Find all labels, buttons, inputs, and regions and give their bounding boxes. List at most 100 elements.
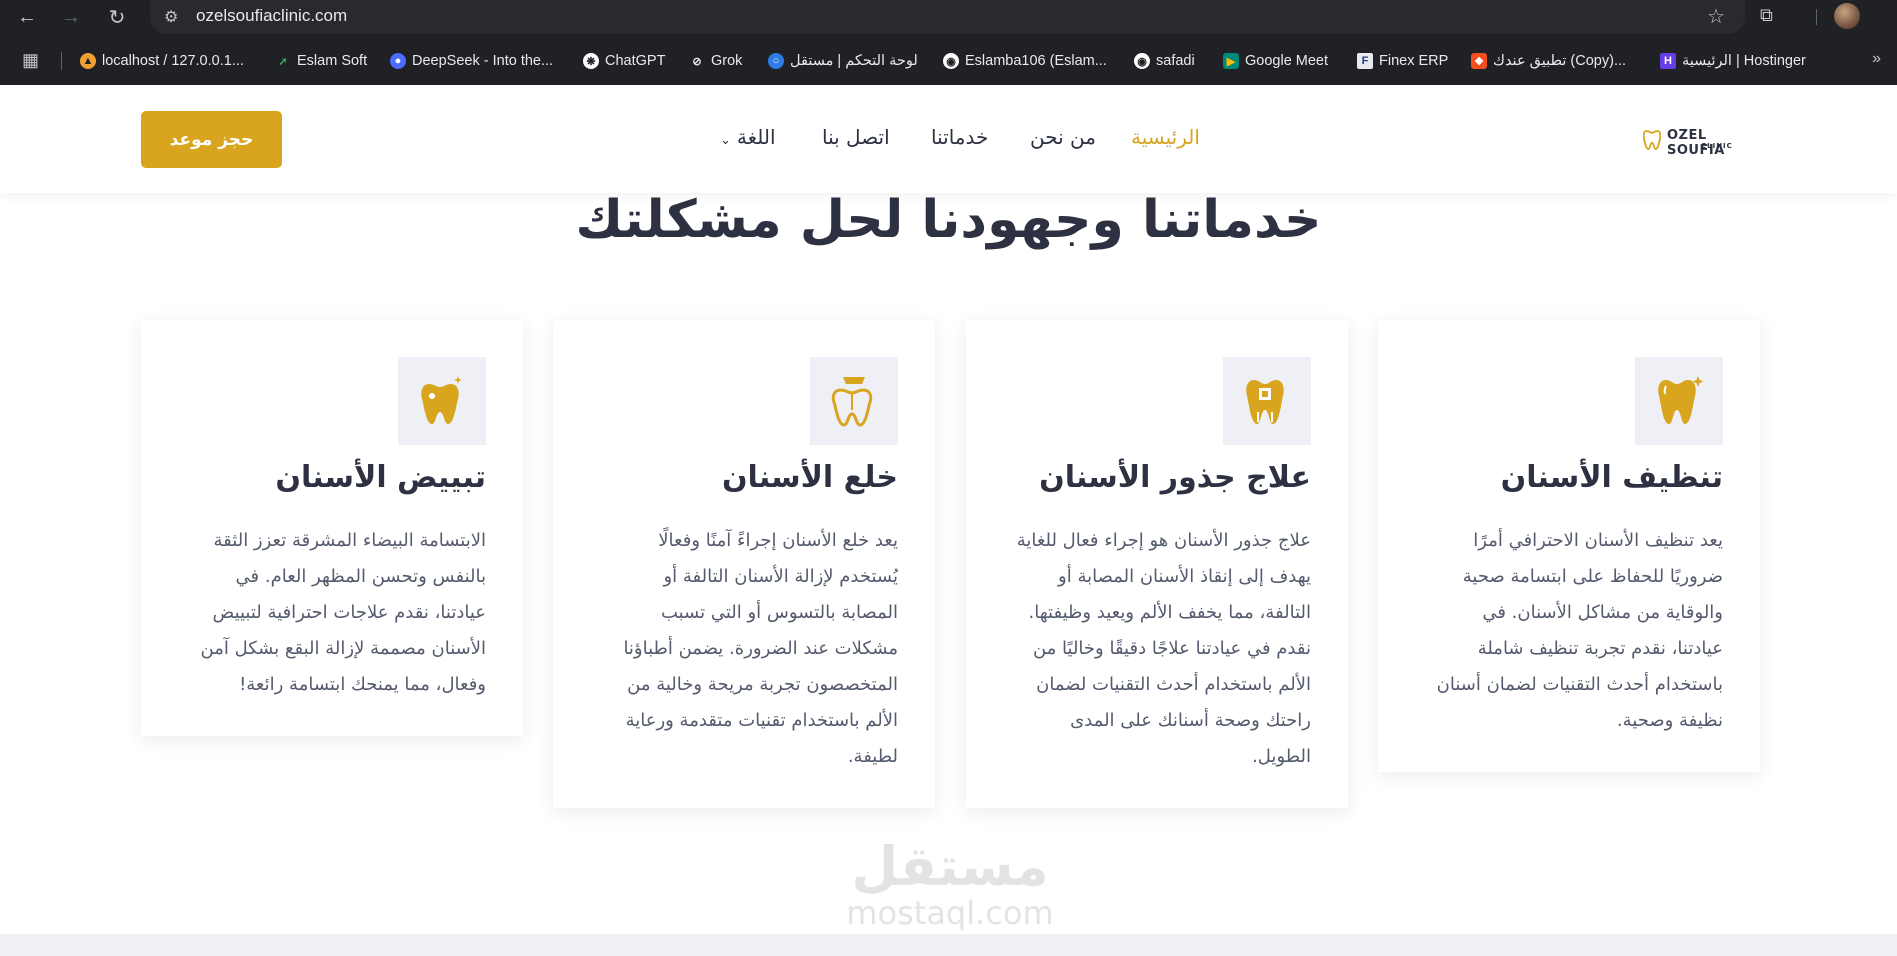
tooth-graphic: [421, 376, 462, 424]
browser-chrome: ← → ↻ ⚙ ozelsoufiaclinic.com ☆ ⧉ ▦ ▲ loc…: [0, 0, 1897, 85]
bookmark-item[interactable]: ● DeepSeek - Into the...: [390, 50, 553, 72]
bookmark-item[interactable]: ◉ safadi: [1134, 50, 1195, 72]
bookmarks-bar: ▦ ▲ localhost / 127.0.0.1... ➚ Eslam Sof…: [0, 46, 1897, 74]
card-description: يعد تنظيف الأسنان الاحترافي أمرًا ضروريً…: [1405, 523, 1723, 739]
card-title: تبييض الأسنان: [275, 460, 486, 495]
bookmark-label: تطبيق عندك (Copy)...: [1493, 53, 1627, 69]
bookmark-item[interactable]: ○ لوحة التحكم | مستقل: [768, 50, 918, 72]
github-icon: ◉: [1134, 53, 1150, 69]
card-text-line: الألم باستخدام تقنيات متقدمة ورعاية: [625, 710, 898, 731]
reload-icon[interactable]: ↻: [102, 2, 132, 32]
tooth-graphic: [1658, 376, 1704, 424]
bookmark-item[interactable]: ❖ تطبيق عندك (Copy)...: [1471, 50, 1626, 72]
logo-subname: CLINIC: [1701, 142, 1733, 150]
more-bookmarks-icon[interactable]: »: [1872, 50, 1881, 68]
deepseek-icon: ●: [390, 53, 406, 69]
bookmark-label: Grok: [711, 53, 743, 69]
tooth-graphic: [1246, 380, 1284, 424]
extraction-tooth-icon: [810, 357, 898, 445]
watermark: مستقل mostaql.com: [830, 838, 1070, 933]
bookmark-item[interactable]: ➚ Eslam Soft: [275, 50, 367, 72]
bookmark-label: Eslamba106 (Eslam...: [965, 53, 1107, 69]
clinic-logo[interactable]: OZEL SOUFIA CLINIC: [1643, 127, 1755, 158]
card-text-line: نقدم في عيادتنا علاجًا دقيقًا وخاليًا من: [1032, 638, 1311, 659]
card-text-line: الألم باستخدام أحدث التقنيات لضمان: [1036, 674, 1311, 695]
card-text-line: يهدف إلى إنقاذ الأسنان المصابة أو: [1058, 566, 1311, 587]
profile-avatar[interactable]: [1834, 3, 1860, 29]
card-description: الابتسامة البيضاء المشرقة تعزز الثقة بال…: [168, 523, 487, 703]
bookmark-label: Google Meet: [1245, 53, 1329, 69]
service-card-root-canal: علاج جذور الأسنان علاج جذور الأسنان هو إ…: [966, 320, 1348, 808]
whitening-tooth-icon: [398, 357, 486, 445]
bookmark-label: localhost / 127.0.0.1...: [102, 53, 244, 69]
meet-icon: ▶: [1223, 53, 1239, 69]
bookmark-item[interactable]: ▶ Google Meet: [1223, 50, 1328, 72]
card-text-line: باستخدام أحدث التقنيات لضمان أسنان: [1436, 674, 1723, 695]
card-title: تنظيف الأسنان: [1500, 460, 1723, 495]
card-text-line: الابتسامة البيضاء المشرقة تعزز الثقة: [213, 530, 486, 551]
card-text-line: وفعال، مما يمنحك ابتسامة رائعة!: [239, 674, 486, 695]
card-text-line: الأسنان مصممة لإزالة البقع بشكل آمن: [200, 638, 487, 659]
card-text-line: الطويل.: [1252, 746, 1311, 767]
sparkle-tooth-icon: [1635, 357, 1723, 445]
bookmark-item[interactable]: ⊘ Grok: [689, 50, 742, 72]
card-text-line: لطيفة.: [847, 746, 898, 767]
bookmark-item[interactable]: H الرئيسية | Hostinger: [1660, 50, 1806, 72]
card-text-line: علاج جذور الأسنان هو إجراء فعال للغاية: [1016, 530, 1311, 551]
finex-icon: F: [1357, 53, 1373, 69]
address-bar[interactable]: ⚙ ozelsoufiaclinic.com ☆: [150, 0, 1745, 34]
card-text-line: والوقاية من مشاكل الأسنان. في: [1482, 602, 1723, 623]
root-canal-tooth-icon: [1223, 357, 1311, 445]
nav-language[interactable]: ⌄ اللغة: [720, 125, 776, 149]
bookmark-item[interactable]: ▲ localhost / 127.0.0.1...: [80, 50, 244, 72]
phpmyadmin-icon: ▲: [80, 53, 96, 69]
card-description: يعد خلع الأسنان إجراءً آمنًا وفعالًا يُس…: [580, 523, 898, 775]
url-text[interactable]: ozelsoufiaclinic.com: [196, 6, 347, 26]
toolbar-divider: [1816, 9, 1817, 25]
bookmark-label: الرئيسية | Hostinger: [1682, 53, 1806, 69]
watermark-arabic: مستقل: [851, 835, 1049, 898]
forward-icon[interactable]: →: [56, 2, 86, 32]
bookmark-label: ChatGPT: [605, 53, 666, 69]
bookmark-star-icon[interactable]: ☆: [1707, 4, 1725, 29]
nav-home[interactable]: الرئيسية: [1131, 125, 1200, 149]
service-card-extraction: خلع الأسنان يعد خلع الأسنان إجراءً آمنًا…: [553, 320, 935, 808]
chart-icon: ➚: [278, 55, 288, 68]
chevron-down-icon: ⌄: [720, 133, 731, 148]
watermark-latin: mostaql.com: [846, 894, 1054, 932]
card-text-line: بالنفس وتحسن المظهر العام. في: [235, 566, 486, 587]
back-icon[interactable]: ←: [12, 2, 42, 32]
service-card-whitening: تبييض الأسنان الابتسامة البيضاء المشرقة …: [141, 320, 523, 736]
card-text-line: يُستخدم لإزالة الأسنان التالفة أو: [663, 566, 898, 587]
card-text-line: ضروريًا للحفاظ على ابتسامة صحية: [1462, 566, 1723, 587]
card-text-line: عيادتنا، نقدم علاجات احترافية لتبييض: [212, 602, 486, 623]
bookmark-label: Eslam Soft: [297, 53, 368, 69]
card-description: علاج جذور الأسنان هو إجراء فعال للغاية ي…: [993, 523, 1311, 775]
figma-icon: ❖: [1471, 53, 1487, 69]
card-text-line: التالفة، مما يخفف الألم ويعيد وظيفتها.: [1028, 602, 1311, 623]
nav-about[interactable]: من نحن: [1030, 125, 1096, 149]
card-text-line: يعد خلع الأسنان إجراءً آمنًا وفعالًا: [658, 530, 898, 551]
nav-services[interactable]: خدماتنا: [931, 125, 988, 149]
bookmark-item[interactable]: F Finex ERP: [1357, 50, 1448, 72]
bookmark-label: Finex ERP: [1379, 53, 1449, 69]
mostaql-icon: ○: [768, 53, 784, 69]
extensions-icon[interactable]: ⧉: [1760, 5, 1773, 26]
bookmark-label: safadi: [1156, 53, 1195, 69]
bookmark-item[interactable]: ◉ Eslamba106 (Eslam...: [943, 50, 1107, 72]
nav-language-label: اللغة: [736, 125, 776, 149]
apps-grid-icon[interactable]: ▦: [22, 50, 39, 71]
book-appointment-button[interactable]: حجز موعد: [141, 111, 282, 168]
hostinger-icon: H: [1660, 53, 1676, 69]
tooth-graphic: [831, 377, 873, 427]
card-title: خلع الأسنان: [721, 460, 898, 495]
nav-contact[interactable]: اتصل بنا: [822, 125, 890, 149]
bookmark-label: DeepSeek - Into the...: [412, 53, 554, 69]
chatgpt-icon: ❋: [583, 53, 599, 69]
bookmark-item[interactable]: ❋ ChatGPT: [583, 50, 665, 72]
service-card-cleaning: تنظيف الأسنان يعد تنظيف الأسنان الاحتراف…: [1378, 320, 1760, 772]
browser-toolbar: ← → ↻ ⚙ ozelsoufiaclinic.com ☆ ⧉: [0, 0, 1897, 34]
card-text-line: المتخصصون تجربة مريحة وخالية من: [627, 674, 898, 695]
grok-icon: ⊘: [692, 55, 702, 68]
site-info-icon[interactable]: ⚙: [164, 7, 178, 27]
